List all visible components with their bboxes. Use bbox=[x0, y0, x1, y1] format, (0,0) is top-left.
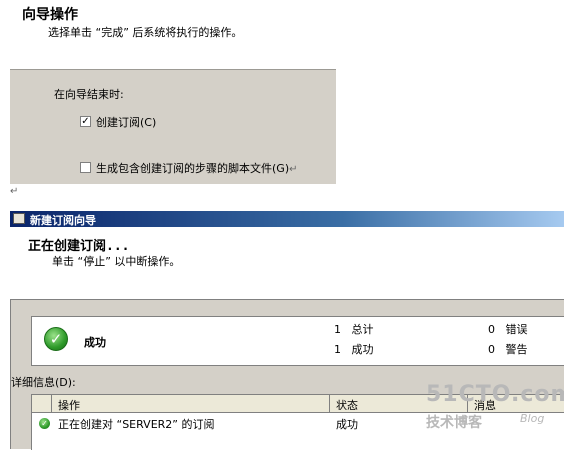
warning-count: 0 警告 bbox=[488, 343, 528, 356]
row-status: 成功 bbox=[336, 418, 358, 431]
row-success-icon: ✓ bbox=[39, 418, 50, 429]
status-label: 成功 bbox=[84, 336, 106, 349]
pilcrow-mark: ↵ bbox=[10, 186, 19, 197]
success-count: 1 成功 bbox=[334, 343, 374, 356]
row-action: 正在创建对 “SERVER2” 的订阅 bbox=[58, 418, 215, 431]
wizard-actions-subtitle: 选择单击 “完成” 后系统将执行的操作。 bbox=[48, 26, 243, 39]
page-title: 正在创建订阅... bbox=[28, 239, 130, 254]
site-watermark: 51CTO.com bbox=[426, 382, 564, 407]
page-subtitle: 单击 “停止” 以中断操作。 bbox=[52, 255, 181, 268]
wizard-window-icon bbox=[13, 213, 25, 224]
status-summary: ✓ 成功 1 总计 1 成功 0 错误 0 警告 bbox=[31, 316, 564, 366]
details-label: 详细信息(D): bbox=[11, 376, 76, 389]
wizard-actions-panel: 在向导结束时: ✓ 创建订阅(C) 生成包含创建订阅的步骤的脚本文件(G)↵ bbox=[10, 69, 336, 184]
brand-watermark: 技术博客 bbox=[426, 415, 482, 431]
window-titlebar: 新建订阅向导 bbox=[10, 211, 564, 227]
wizard-actions-title: 向导操作 bbox=[22, 7, 78, 23]
create-subscription-checkbox[interactable]: ✓ bbox=[80, 116, 91, 127]
column-header-action[interactable]: 操作 bbox=[52, 395, 330, 413]
table-row[interactable]: ✓ 正在创建对 “SERVER2” 的订阅 成功 bbox=[32, 413, 564, 431]
blog-watermark: Blog bbox=[520, 412, 545, 425]
generate-script-label[interactable]: 生成包含创建订阅的步骤的脚本文件(G)↵ bbox=[96, 160, 298, 176]
pilcrow-mark: ↵ bbox=[289, 164, 298, 175]
create-subscription-label[interactable]: 创建订阅(C) bbox=[96, 114, 156, 130]
success-check-icon: ✓ bbox=[44, 327, 68, 351]
end-of-wizard-label: 在向导结束时: bbox=[54, 88, 124, 101]
window-title: 新建订阅向导 bbox=[30, 214, 96, 227]
total-count: 1 总计 bbox=[334, 323, 374, 336]
grid-icon-column-header[interactable] bbox=[32, 395, 52, 413]
error-count: 0 错误 bbox=[488, 323, 528, 336]
wizard-header: 正在创建订阅... 单击 “停止” 以中断操作。 bbox=[10, 227, 564, 300]
generate-script-checkbox[interactable] bbox=[80, 162, 91, 173]
